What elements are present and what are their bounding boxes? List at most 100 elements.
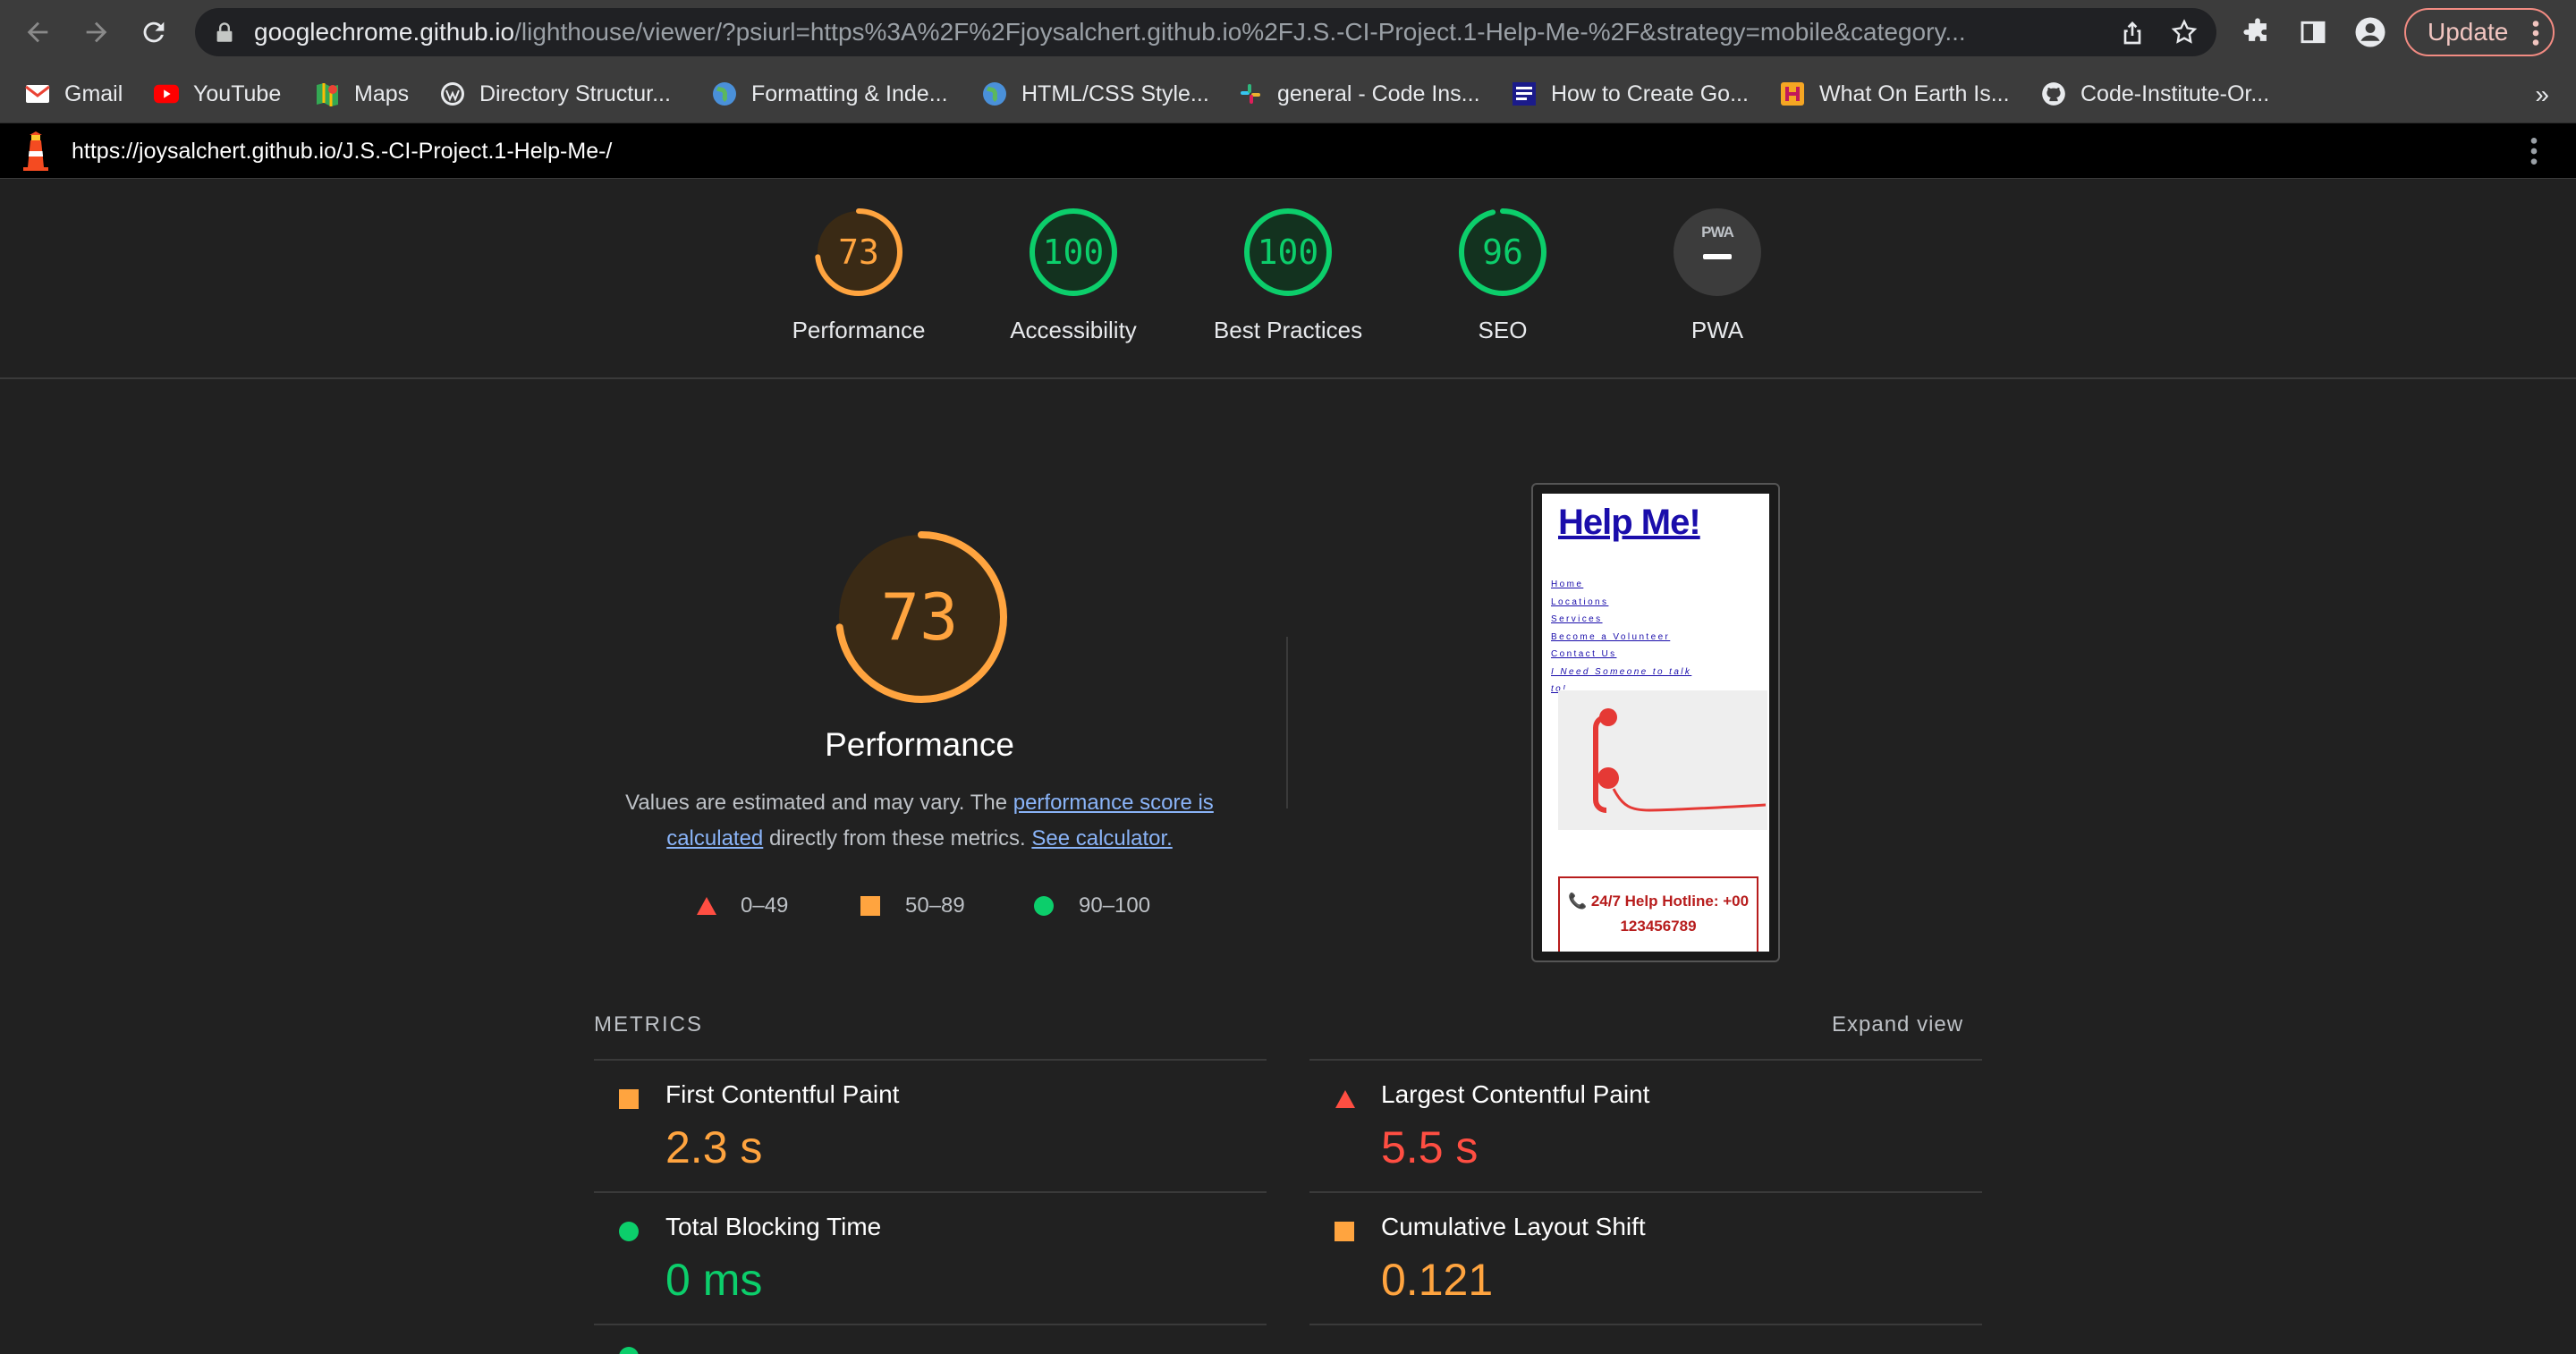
bookmark-label: Code-Institute-Or...: [2080, 80, 2270, 106]
back-button[interactable]: [18, 13, 57, 52]
bookmark-gmail[interactable]: Gmail: [25, 77, 123, 111]
gauge-pwa[interactable]: PWA PWA: [1619, 206, 1816, 367]
browser-toolbar: googlechrome.github.io/lighthouse/viewer…: [0, 0, 2576, 64]
bookmark-how-to-create[interactable]: How to Create Go...: [1512, 77, 1749, 111]
metric-name: First Contentful Paint: [665, 1080, 900, 1108]
address-url[interactable]: googlechrome.github.io/lighthouse/viewer…: [254, 8, 2123, 56]
metric-value: 0 ms: [665, 1255, 763, 1305]
bookmark-maps[interactable]: Maps: [315, 77, 409, 111]
share-button[interactable]: [2118, 18, 2147, 51]
gauge-value: 100: [1042, 233, 1105, 272]
bookmark-html-css-style[interactable]: HTML/CSS Style...: [982, 77, 1209, 111]
url-path: /lighthouse/viewer/?psiurl=https%3A%2F%2…: [514, 18, 1966, 46]
bookmarks-overflow-button[interactable]: »: [2535, 80, 2549, 109]
address-bar[interactable]: googlechrome.github.io/lighthouse/viewer…: [195, 8, 2216, 56]
arrow-right-icon: [86, 21, 107, 43]
lighthouse-logo-icon: [23, 131, 48, 171]
gauge-label: PWA: [1690, 317, 1744, 343]
circle-icon: [1034, 896, 1054, 916]
legend-average: 50–89: [860, 893, 965, 919]
metric-value: 2.3 s: [665, 1122, 763, 1172]
performance-description: Values are estimated and may vary. The p…: [617, 785, 1222, 857]
forward-button[interactable]: [77, 13, 116, 52]
gauge-accessibility[interactable]: 100 Accessibility: [975, 206, 1172, 367]
see-calculator-link[interactable]: See calculator.: [1031, 826, 1172, 850]
gauge-best-practices[interactable]: 100 Best Practices: [1190, 206, 1386, 367]
desc-text: Values are estimated and may vary. The: [625, 791, 1013, 815]
reload-button[interactable]: [134, 13, 174, 52]
screenshot-nav: Home Locations Services Become a Volunte…: [1551, 576, 1691, 698]
globe-icon: [712, 81, 737, 106]
bookmark-label: Formatting & Inde...: [751, 80, 948, 106]
metric-cumulative-layout-shift: Cumulative Layout Shift 0.121: [1309, 1193, 1980, 1324]
legend-pass: 90–100: [1034, 893, 1150, 919]
wordpress-icon: [440, 81, 465, 106]
lock-icon: [216, 22, 233, 42]
performance-score: 73: [880, 580, 959, 655]
gauge-value: 100: [1257, 233, 1319, 272]
screenshot-nav-item: Services: [1551, 614, 1603, 624]
bookmark-code-institute[interactable]: Code-Institute-Or...: [2041, 77, 2269, 111]
more-vert-icon: [2532, 21, 2539, 46]
bookmark-star-button[interactable]: [2170, 18, 2199, 51]
gauge-performance[interactable]: 73 Performance: [760, 206, 957, 367]
gmail-icon: [25, 81, 50, 106]
maps-icon: [315, 81, 340, 106]
legend-fail: 0–49: [696, 893, 788, 919]
screenshot-nav-item: Home: [1551, 580, 1584, 589]
profile-button[interactable]: [2351, 13, 2390, 52]
url-host: googlechrome.github.io: [254, 18, 515, 46]
bookmark-label: general - Code Ins...: [1277, 80, 1480, 106]
expand-view-button[interactable]: Expand view: [1832, 1012, 1963, 1037]
hotline-text: 📞 24/7 Help Hotline: +00: [1567, 893, 1750, 910]
category-gauges: 73 Performance 100 Accessibility 100 Bes…: [0, 179, 2576, 379]
metrics-heading: METRICS: [594, 1012, 703, 1037]
screenshot-title: Help Me!: [1558, 503, 1701, 542]
arrow-left-icon: [27, 21, 48, 43]
github-icon: [2041, 81, 2066, 106]
final-screenshot[interactable]: Help Me! Home Locations Services Become …: [1531, 483, 1780, 962]
bookmark-slack-general[interactable]: general - Code Ins...: [1238, 77, 1480, 111]
square-icon: [860, 896, 880, 916]
gauge-value: 96: [1482, 233, 1523, 272]
pwa-badge-text: PWA: [1701, 224, 1734, 241]
bookmark-formatting[interactable]: Formatting & Inde...: [712, 77, 948, 111]
metric-value: 5.5 s: [1381, 1122, 1479, 1172]
circle-icon: [619, 1347, 639, 1354]
legend-label: 90–100: [1079, 893, 1151, 918]
metric-name: Total Blocking Time: [665, 1213, 882, 1240]
bookmark-label: YouTube: [193, 80, 282, 106]
update-button[interactable]: Update: [2404, 8, 2555, 56]
metric-total-blocking-time: Total Blocking Time 0 ms: [594, 1193, 1265, 1324]
pwa-badge-icon: [1674, 208, 1761, 296]
triangle-icon: [1335, 1090, 1355, 1108]
hotline-box: 📞 24/7 Help Hotline: +00 123456789: [1558, 876, 1758, 952]
side-panel-button[interactable]: [2293, 13, 2333, 52]
summary-divider: [1286, 637, 1288, 808]
bookmark-label: HTML/CSS Style...: [1021, 80, 1209, 106]
square-icon: [1335, 1222, 1354, 1241]
metric-name: Cumulative Layout Shift: [1381, 1213, 1646, 1240]
lighthouse-topbar: https://joysalchert.github.io/J.S.-CI-Pr…: [0, 123, 2576, 179]
bookmark-youtube[interactable]: YouTube: [154, 77, 281, 111]
youtube-icon: [154, 81, 179, 106]
extensions-button[interactable]: [2238, 13, 2277, 52]
bookmark-what-on-earth[interactable]: What On Earth Is...: [1780, 77, 2010, 111]
gauge-value: 73: [838, 233, 879, 272]
share-icon: [2123, 21, 2141, 45]
bookmark-label: Maps: [354, 80, 410, 106]
metric-value: 0.121: [1381, 1255, 1494, 1305]
bookmark-label: How to Create Go...: [1551, 80, 1749, 106]
tested-url: https://joysalchert.github.io/J.S.-CI-Pr…: [72, 139, 613, 164]
screenshot-nav-item: I Need Someone to talk: [1551, 666, 1692, 677]
bookmark-directory-structure[interactable]: Directory Structur...: [440, 77, 671, 111]
metric-largest-contentful-paint: Largest Contentful Paint 5.5 s: [1309, 1061, 1980, 1191]
telephone-image: [1558, 690, 1767, 830]
bookmark-label: Gmail: [64, 80, 123, 106]
metric-first-contentful-paint: First Contentful Paint 2.3 s: [594, 1061, 1265, 1191]
lighthouse-menu-icon[interactable]: [2529, 136, 2538, 166]
gauge-seo[interactable]: 96 SEO: [1404, 206, 1601, 367]
bookmark-label: What On Earth Is...: [1819, 80, 2010, 106]
slack-icon: [1238, 81, 1263, 106]
h-icon: [1780, 81, 1805, 106]
